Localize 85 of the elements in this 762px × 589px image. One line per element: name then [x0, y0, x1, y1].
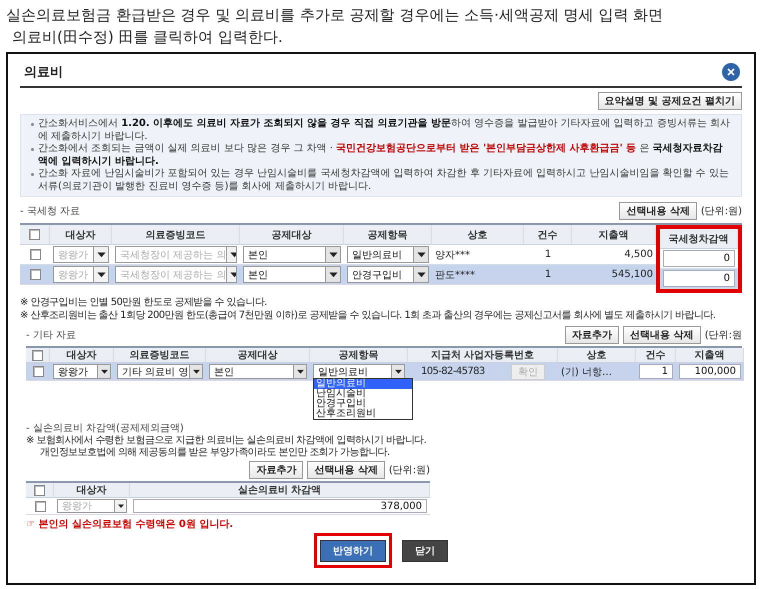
caret-icon: [413, 247, 428, 262]
checkbox[interactable]: [30, 249, 40, 260]
checkbox[interactable]: [34, 500, 46, 512]
caret-icon: [189, 365, 202, 378]
toolbar-button[interactable]: 자료추가: [565, 326, 620, 344]
input-field[interactable]: 1: [639, 364, 673, 379]
table-cell: 1: [524, 265, 572, 285]
input-field[interactable]: 0: [663, 270, 735, 287]
caret-icon: [325, 267, 340, 282]
column-header: 대상자: [54, 483, 130, 498]
checkbox[interactable]: [29, 229, 40, 240]
bullet-icon: [31, 148, 34, 151]
business-number: 105-82-45783: [420, 365, 485, 379]
close-button[interactable]: [722, 63, 740, 81]
column-header: 국세청차감액: [660, 229, 738, 249]
column-header: 공제항목: [310, 348, 408, 363]
bullet-icon: [31, 123, 34, 126]
unit-label: (단위:원): [700, 205, 742, 218]
checkbox[interactable]: [34, 484, 45, 496]
caret-icon: [293, 365, 306, 378]
notice-text: 간소화 자료에 난임시술비가 포함되어 있는 경우 난임시술비를 국세청차감액에 입력하여 차감한 후 기타자료에 입력하시고 난임시술비임을 확인할 수 있는 서류(의료기관이 발행한 진료비 영수증 등)를 회사에 제출하시기 바랍니다.: [38, 168, 730, 193]
column-header: 공제항목: [344, 225, 432, 245]
close-button[interactable]: 닫기: [402, 540, 448, 562]
dropdown[interactable]: 일반의료비: [313, 364, 405, 379]
column-header: 건수: [524, 225, 572, 245]
unit-label: (단위:원): [388, 464, 430, 477]
bullet-icon: [31, 173, 34, 176]
close-icon: [727, 68, 735, 76]
note-text: ※ 보험회사에서 수령한 보험금으로 지급한 의료비는 실손의료비 차감액에 입력하시기 바랍니다.: [26, 435, 426, 447]
input-field[interactable]: 100,000: [679, 364, 741, 379]
column-header: 지출액: [676, 348, 744, 363]
apply-button[interactable]: 반영하기: [320, 540, 386, 562]
dropdown-option[interactable]: 일반의료비: [314, 379, 412, 389]
note-text: ※ 안경구입비는 인별 50만원 한도로 공제받을 수 있습니다.: [20, 296, 267, 309]
checkbox[interactable]: [32, 350, 43, 360]
note-text: ※ 산후조리원비는 출산 1회당 200만원 한도(총급여 7천만원 이하)로 공제받을 수 있습니다. 1회 초과 출산의 경우에는 공제신고서를 회사에 별도 제출하시기 바랍니다.: [20, 309, 716, 322]
table-cell: (기) 너항…: [558, 363, 636, 381]
column-header: 건수: [636, 348, 676, 363]
column-header: 대상자: [50, 225, 112, 245]
section-label: - 실손의료비 차감액(공제제외금액): [26, 422, 184, 435]
dropdown[interactable]: 왕왕가: [53, 364, 111, 379]
input-field[interactable]: 378,000: [133, 499, 427, 513]
column-header: 상호: [558, 348, 636, 363]
delete-button[interactable]: 선택내용 삭제: [619, 202, 697, 220]
column-header: 의료증빙코드: [114, 348, 206, 363]
dropdown[interactable]: 본인: [209, 364, 307, 379]
section-label: - 국세청 자료: [20, 205, 80, 218]
caret-icon: [93, 247, 108, 262]
unit-label: (단위:원: [704, 329, 742, 342]
dropdown[interactable]: 일반의료비: [347, 246, 429, 263]
caret-icon: [413, 267, 428, 282]
column-header: 대상자: [50, 348, 114, 363]
caret-icon: [391, 365, 404, 378]
instruction-text: 의료비(田수정) 田를 클릭하여 입력한다.: [11, 27, 284, 48]
dropdown[interactable]: 본인: [243, 246, 341, 263]
column-header: 공제대상: [240, 225, 344, 245]
warning-text: ☞ 본인의 실손의료보험 수령액은 0원 입니다.: [26, 518, 234, 531]
toolbar-button[interactable]: 자료추가: [249, 461, 304, 479]
column-header: 지출액: [572, 225, 656, 245]
dropdown[interactable]: 기타 의료비 영: [117, 364, 203, 379]
toolbar-button[interactable]: 선택내용 삭제: [623, 326, 701, 344]
caret-icon: [114, 500, 126, 512]
dropdown[interactable]: 안경구입비: [347, 266, 429, 283]
table-cell: 545,100: [572, 265, 656, 285]
column-header: 실손의료비 차감액: [130, 483, 430, 498]
caret-icon: [325, 247, 340, 262]
checkbox[interactable]: [32, 366, 44, 377]
caret-icon: [97, 365, 110, 378]
note-text: 개인정보보호법에 의해 제공동의를 받은 부양가족이라도 본인만 조회가 가능합니다.: [39, 447, 390, 459]
column-header: 상호: [432, 225, 524, 245]
checkbox[interactable]: [30, 269, 40, 280]
dialog-title: 의료비: [24, 64, 63, 81]
toolbar-button[interactable]: 선택내용 삭제: [307, 461, 385, 479]
table-cell: 판도****: [432, 265, 524, 285]
caret-icon: [93, 267, 108, 282]
column-header: 지급처 사업자등록번호: [408, 348, 558, 363]
column-header: 의료증빙코드: [112, 225, 240, 245]
dropdown[interactable]: 본인: [243, 266, 341, 283]
notice-text: 간소화에서 조회되는 금액이 실제 의료비 보다 많은 경우 그 차액 · 국민건강보험공단으로부터 받은 '본인부담금상한제 사후환급금' 등 은 국세청자료차감액에 입력하시기 바랍니다.: [38, 143, 724, 168]
input-field[interactable]: 0: [663, 250, 735, 267]
instruction-text: 실손의료보험금 환급받은 경우 및 의료비를 추가로 공제할 경우에는 소득·세액공제 명세 입력 화면: [6, 5, 664, 26]
summary-button[interactable]: 요약설명 및 공제요건 펼치기: [598, 92, 742, 110]
notice-text: 간소화서비스에서 1.20. 이후에도 의료비 자료가 조회되지 않을 경우 직접 의료기관을 방문하여 영수증을 발급받아 기타자료에 입력하고 증빙서류는 회사에 제출하시기 바랍니다.: [38, 118, 731, 143]
section-label: - 기타 자료: [26, 329, 76, 342]
column-header: 공제대상: [206, 348, 310, 363]
